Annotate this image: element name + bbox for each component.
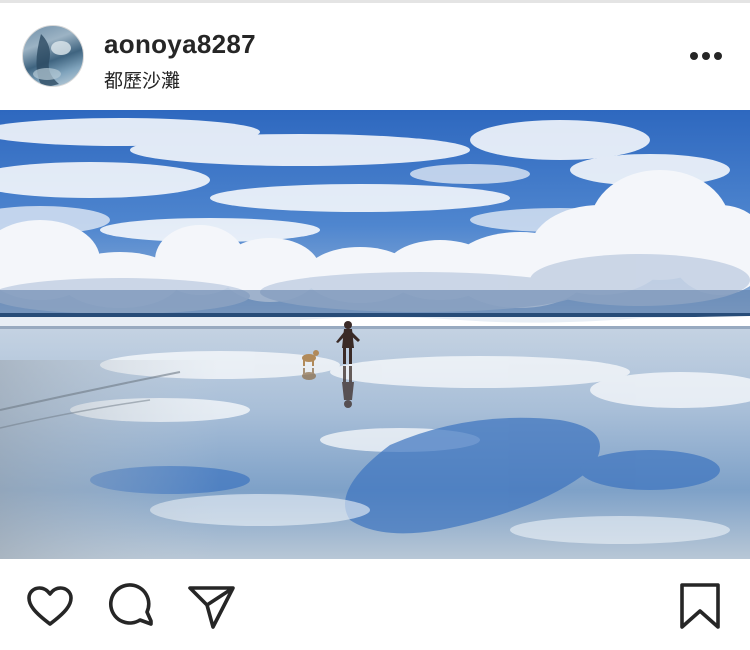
post-location[interactable]: 都歷沙灘 (104, 66, 180, 93)
bookmark-icon[interactable] (674, 581, 726, 633)
comment-bubble-icon[interactable] (106, 581, 158, 633)
post-username[interactable]: aonoya8287 (104, 29, 256, 60)
heart-icon[interactable] (24, 581, 76, 633)
avatar[interactable] (22, 25, 84, 87)
paper-plane-icon[interactable] (186, 581, 238, 633)
post-header: aonoya8287 都歷沙灘 (0, 3, 750, 110)
more-options-icon[interactable] (684, 43, 728, 69)
post-actions-bar (0, 559, 750, 650)
post-photo[interactable] (0, 110, 750, 559)
